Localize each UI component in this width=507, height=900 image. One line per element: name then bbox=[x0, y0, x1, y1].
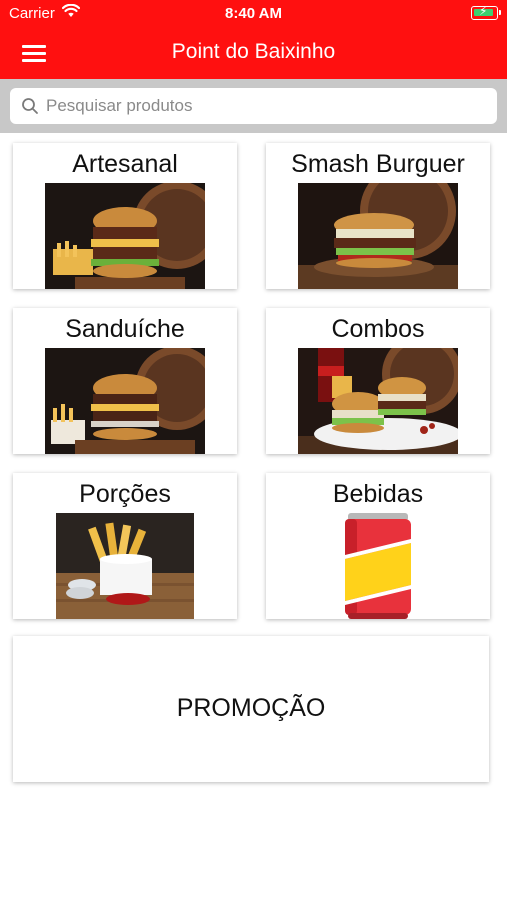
status-bar: Carrier 8:40 AM ⚡ bbox=[0, 0, 507, 28]
category-card-sanduiche[interactable]: Sanduíche bbox=[13, 308, 237, 454]
category-label: Porções bbox=[79, 480, 171, 508]
search-bar bbox=[0, 79, 507, 133]
soda-can-illustration bbox=[338, 513, 418, 619]
fries-photo bbox=[56, 513, 194, 619]
category-label: Smash Burguer bbox=[291, 150, 465, 178]
search-input[interactable] bbox=[46, 88, 486, 124]
promo-label: PROMOÇÃO bbox=[176, 694, 326, 722]
category-card-artesanal[interactable]: Artesanal bbox=[13, 143, 237, 289]
category-label: Combos bbox=[331, 315, 425, 343]
category-card-bebidas[interactable]: Bebidas bbox=[266, 473, 490, 619]
page-title: Point do Baixinho bbox=[171, 40, 336, 63]
category-label: Sanduíche bbox=[65, 315, 185, 343]
search-field[interactable] bbox=[10, 88, 497, 124]
category-card-combos[interactable]: Combos bbox=[266, 308, 490, 454]
category-card-porcoes[interactable]: Porções bbox=[13, 473, 237, 619]
battery-icon: ⚡ bbox=[471, 4, 501, 20]
promo-card[interactable]: PROMOÇÃO bbox=[13, 636, 489, 782]
smash-burger-photo bbox=[298, 183, 458, 289]
category-label: Bebidas bbox=[332, 480, 424, 508]
top-app-bar: Carrier 8:40 AM ⚡ Point do Baixinho bbox=[0, 0, 507, 79]
status-time: 8:40 AM bbox=[225, 5, 282, 22]
combo-photo bbox=[298, 348, 458, 454]
category-card-smash-burguer[interactable]: Smash Burguer bbox=[266, 143, 490, 289]
category-label: Artesanal bbox=[72, 150, 178, 178]
burger-photo bbox=[45, 183, 205, 289]
search-icon bbox=[22, 98, 38, 114]
sandwich-photo bbox=[45, 348, 205, 454]
